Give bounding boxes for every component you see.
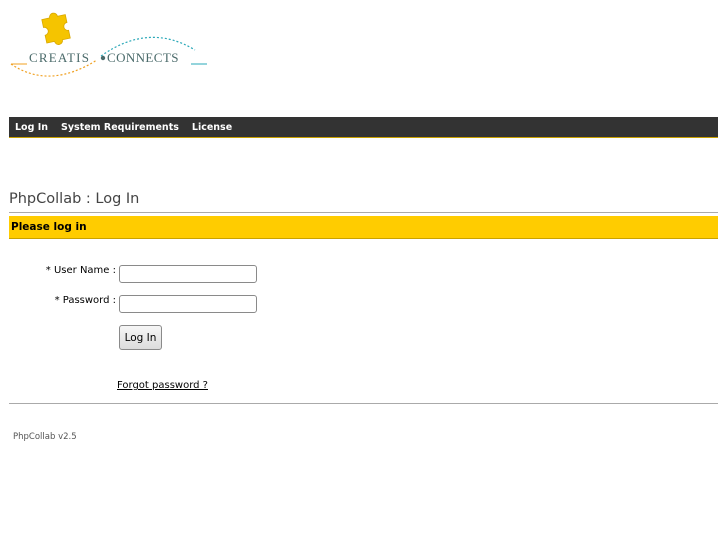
title-divider (9, 212, 718, 213)
nav-license-link[interactable]: License (192, 122, 232, 133)
login-button[interactable]: Log In (119, 325, 162, 350)
password-label: * Password : (54, 295, 116, 306)
nav-system-requirements-link[interactable]: System Requirements (61, 122, 179, 133)
logo-brand-right: CONNECTS (107, 50, 179, 65)
version-text: PhpCollab v2.5 (13, 432, 77, 442)
creatis-connects-logo-icon: CREATIS CONNECTS (10, 12, 207, 77)
nav-login-link[interactable]: Log In (15, 122, 48, 133)
password-input[interactable] (119, 295, 257, 313)
footer-divider (9, 403, 718, 404)
puzzle-piece-icon (41, 12, 71, 45)
login-notice-text: Please log in (11, 221, 87, 233)
top-navbar: Log In System Requirements License (9, 117, 718, 138)
username-input[interactable] (119, 265, 257, 283)
login-notice-bar: Please log in (9, 216, 718, 239)
site-logo: CREATIS CONNECTS (9, 10, 209, 82)
username-label: * User Name : (45, 265, 116, 276)
page-title: PhpCollab : Log In (9, 191, 140, 207)
logo-brand-left: CREATIS (29, 50, 90, 65)
forgot-password-link[interactable]: Forgot password ? (117, 380, 208, 391)
